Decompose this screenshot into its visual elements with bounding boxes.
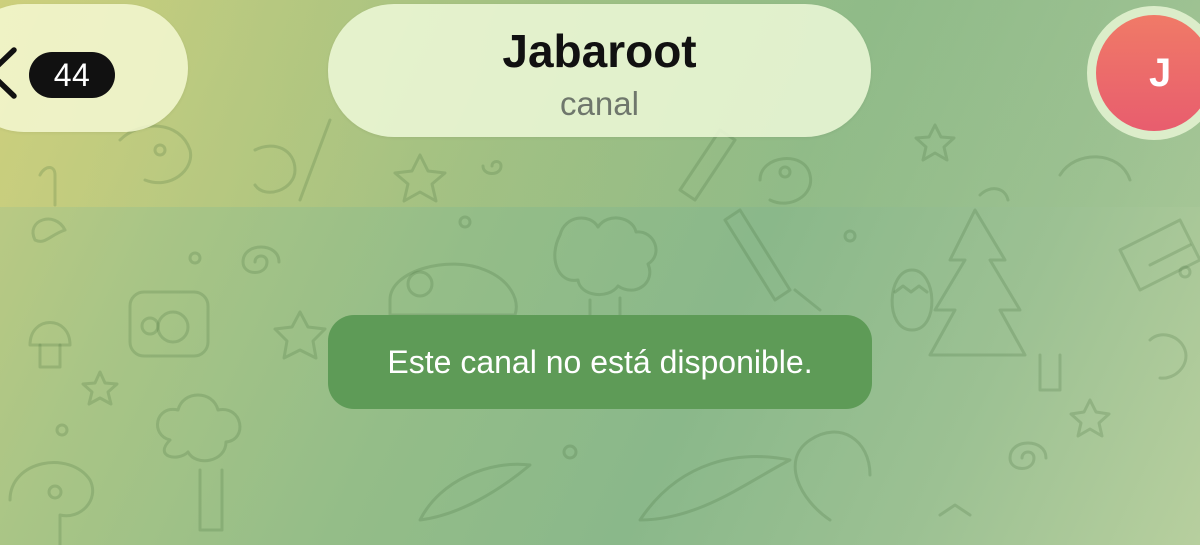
service-message: Este canal no está disponible. xyxy=(328,315,872,409)
back-button[interactable]: 44 xyxy=(0,4,188,132)
chat-screen: 44 Jabaroot canal J Este canal no está d… xyxy=(0,0,1200,545)
unread-count-badge: 44 xyxy=(29,52,115,98)
channel-title: Jabaroot xyxy=(502,25,697,77)
channel-subtitle: canal xyxy=(560,85,639,122)
chevron-left-icon xyxy=(0,47,17,99)
chat-info-header[interactable]: Jabaroot canal xyxy=(328,4,871,137)
channel-avatar: J xyxy=(1096,15,1200,131)
